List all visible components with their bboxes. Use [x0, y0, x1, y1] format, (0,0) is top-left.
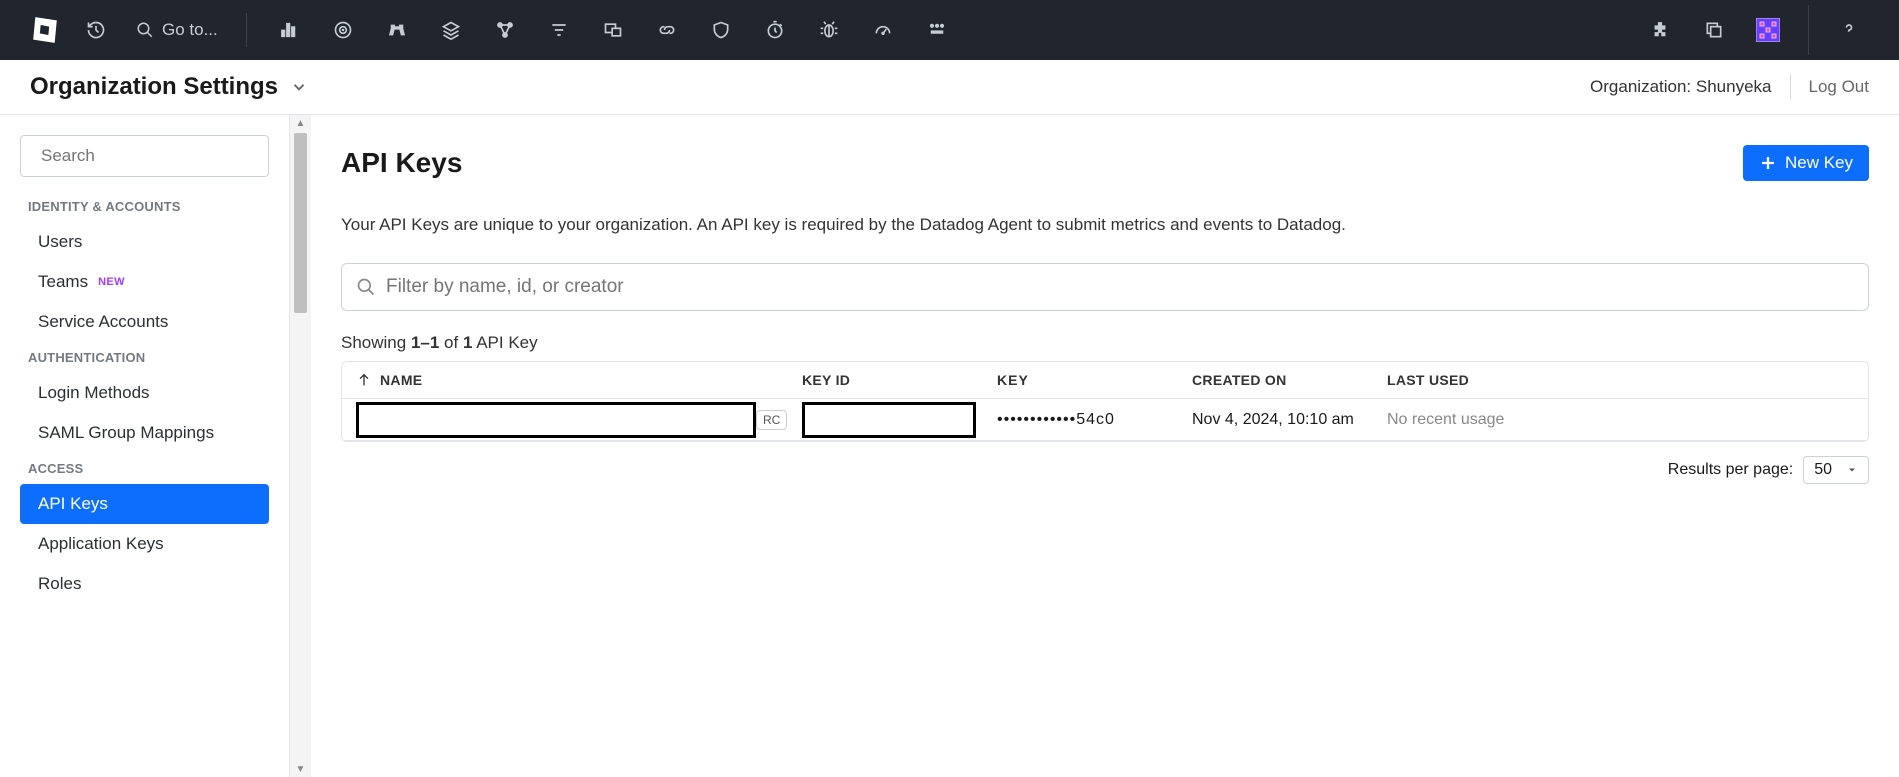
redacted-name — [356, 402, 756, 438]
sidebar-group-access: ACCESS — [28, 461, 269, 476]
stopwatch-icon[interactable] — [753, 8, 797, 52]
table-row[interactable]: RC ••••••••••••54c0 Nov 4, 2024, 10:10 a… — [342, 399, 1868, 441]
sub-header: Organization Settings Organization: Shun… — [0, 60, 1899, 115]
dashboards-icon[interactable] — [267, 8, 311, 52]
plus-icon — [1759, 154, 1777, 172]
pager: Results per page: 50 — [341, 456, 1869, 484]
search-icon — [356, 277, 376, 297]
logout-link[interactable]: Log Out — [1809, 77, 1870, 97]
avatar[interactable] — [1746, 8, 1790, 52]
sidebar-item-login-methods[interactable]: Login Methods — [20, 373, 269, 413]
filter-input[interactable] — [386, 276, 1854, 298]
help-icon[interactable] — [1827, 8, 1871, 52]
sidebar-item-roles[interactable]: Roles — [20, 564, 269, 604]
network-icon[interactable] — [483, 8, 527, 52]
filter-icon[interactable] — [537, 8, 581, 52]
col-key[interactable]: KEY — [997, 372, 1192, 388]
col-last[interactable]: LAST USED — [1387, 372, 1854, 388]
top-nav: Go to... — [0, 0, 1899, 60]
scroll-down-icon[interactable]: ▼ — [290, 761, 311, 777]
content: API Keys New Key Your API Keys are uniqu… — [311, 115, 1899, 777]
showing-count: Showing 1–1 of 1 API Key — [341, 333, 1869, 353]
content-title: API Keys — [341, 147, 462, 179]
description: Your API Keys are unique to your organiz… — [341, 215, 1869, 235]
col-name[interactable]: NAME — [356, 372, 802, 388]
more-icon[interactable] — [915, 8, 959, 52]
layers-icon[interactable] — [429, 8, 473, 52]
created-on: Nov 4, 2024, 10:10 am — [1192, 411, 1387, 429]
scroll-up-icon[interactable]: ▲ — [290, 115, 311, 131]
table-header: NAME KEY ID KEY CREATED ON LAST USED — [342, 362, 1868, 399]
sidebar-item-users[interactable]: Users — [20, 222, 269, 262]
goto-label: Go to... — [162, 20, 218, 40]
rc-badge: RC — [756, 410, 787, 430]
key-masked: ••••••••••••54c0 — [997, 411, 1192, 429]
sidebar-item-teams[interactable]: TeamsNEW — [20, 262, 269, 302]
col-keyid[interactable]: KEY ID — [802, 372, 997, 388]
goto-search[interactable]: Go to... — [128, 8, 226, 52]
history-icon[interactable] — [74, 8, 118, 52]
sidebar-scrollbar[interactable]: ▲ ▼ — [290, 115, 311, 777]
scroll-thumb[interactable] — [294, 133, 307, 313]
redacted-keyid — [802, 402, 976, 438]
copy-icon[interactable] — [1692, 8, 1736, 52]
last-used: No recent usage — [1387, 411, 1854, 429]
bug-icon[interactable] — [807, 8, 851, 52]
header-divider — [1790, 74, 1791, 100]
nav-divider — [246, 13, 247, 47]
pager-label: Results per page: — [1668, 461, 1793, 479]
sidebar-search[interactable] — [20, 135, 269, 177]
api-keys-table: NAME KEY ID KEY CREATED ON LAST USED RC … — [341, 361, 1869, 442]
sidebar-item-api-keys[interactable]: API Keys — [20, 484, 269, 524]
shield-icon[interactable] — [699, 8, 743, 52]
integrations-icon[interactable] — [1638, 8, 1682, 52]
sidebar-item-application-keys[interactable]: Application Keys — [20, 524, 269, 564]
chevron-down-icon[interactable] — [290, 78, 308, 96]
nav-right-divider — [1808, 5, 1809, 55]
col-created[interactable]: CREATED ON — [1192, 372, 1387, 388]
new-key-button[interactable]: New Key — [1743, 145, 1869, 181]
link-icon[interactable] — [645, 8, 689, 52]
new-badge: NEW — [98, 276, 125, 288]
logo-icon[interactable] — [28, 12, 64, 48]
sidebar-item-saml[interactable]: SAML Group Mappings — [20, 413, 269, 453]
sort-asc-icon — [356, 372, 372, 388]
sidebar-group-auth: AUTHENTICATION — [28, 350, 269, 365]
sidebar-group-identity: IDENTITY & ACCOUNTS — [28, 199, 269, 214]
results-per-page-select[interactable]: 50 — [1803, 456, 1869, 484]
org-label: Organization: Shunyeka — [1590, 77, 1771, 97]
target-icon[interactable] — [321, 8, 365, 52]
page-title: Organization Settings — [30, 73, 278, 101]
binoculars-icon[interactable] — [375, 8, 419, 52]
gauge-icon[interactable] — [861, 8, 905, 52]
chevron-down-icon — [1846, 464, 1858, 476]
sidebar-item-service-accounts[interactable]: Service Accounts — [20, 302, 269, 342]
sidebar: IDENTITY & ACCOUNTS Users TeamsNEW Servi… — [0, 115, 290, 777]
filter-box[interactable] — [341, 263, 1869, 311]
screens-icon[interactable] — [591, 8, 635, 52]
sidebar-search-input[interactable] — [41, 146, 262, 166]
